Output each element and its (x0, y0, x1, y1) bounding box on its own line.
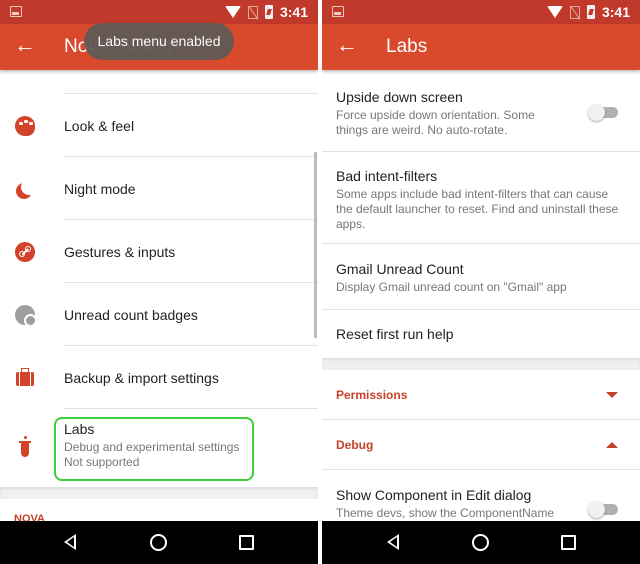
arrow-back-icon[interactable]: ← (336, 34, 358, 56)
section-permissions[interactable]: Permissions (322, 370, 640, 420)
labs-item-gmail-unread[interactable]: Gmail Unread Count Display Gmail unread … (322, 244, 640, 310)
section-title: Debug (336, 438, 374, 452)
scrollbar[interactable] (314, 152, 317, 338)
item-subtitle: Force upside down orientation. Some thin… (336, 108, 535, 137)
navigation-bar (322, 521, 640, 564)
status-bar: 3:41 (322, 0, 640, 24)
labs-list: Upside down screen Force upside down ori… (322, 70, 640, 530)
moon-icon (14, 178, 36, 200)
wifi-icon (546, 6, 563, 18)
item-title: Reset first run help (336, 326, 454, 342)
battery-charging-icon (586, 5, 595, 19)
settings-item-look-feel[interactable]: Look & feel (0, 94, 318, 157)
section-debug[interactable]: Debug (322, 420, 640, 470)
arrow-back-icon[interactable]: ← (14, 34, 36, 56)
settings-item-label: Gestures & inputs (64, 243, 176, 260)
expand-icon (606, 392, 618, 398)
settings-list: Look & feel Night mode Gestures & inputs… (0, 70, 318, 529)
palette-icon (14, 115, 36, 137)
nav-recents-icon[interactable] (239, 535, 254, 550)
item-subtitle: Theme devs, show the ComponentName (336, 506, 555, 520)
nav-recents-icon[interactable] (561, 535, 576, 550)
upside-down-toggle[interactable] (588, 104, 620, 121)
item-title: Show Component in Edit dialog (336, 487, 532, 503)
status-time: 3:41 (601, 4, 630, 20)
labs-title: Labs (64, 421, 95, 437)
nav-home-icon[interactable] (150, 534, 167, 551)
item-subtitle: Display Gmail unread count on "Gmail" ap… (336, 280, 567, 294)
status-bar: 3:41 (0, 0, 318, 24)
item-title: Bad intent-filters (336, 168, 438, 184)
item-title: Gmail Unread Count (336, 261, 464, 277)
section-title: Permissions (336, 388, 408, 402)
settings-item-unread-badges[interactable]: Unread count badges (0, 283, 318, 346)
settings-item-label: Night mode (64, 180, 136, 197)
settings-item-label: Unread count badges (64, 306, 198, 323)
nav-back-icon[interactable] (387, 534, 399, 550)
nav-home-icon[interactable] (472, 534, 489, 551)
settings-item-label: Look & feel (64, 117, 135, 134)
nav-back-icon[interactable] (64, 534, 76, 550)
app-bar: ← Labs (322, 24, 640, 70)
wifi-icon (224, 6, 241, 18)
labs-item-bad-intent-filters[interactable]: Bad intent-filters Some apps include bad… (322, 152, 640, 244)
settings-item-label: Backup & import settings (64, 369, 219, 386)
briefcase-icon (14, 367, 36, 389)
no-sim-icon (247, 5, 258, 19)
badge-icon (14, 304, 37, 327)
labs-item-reset-first-run[interactable]: Reset first run help (322, 310, 640, 358)
settings-item-gestures[interactable]: Gestures & inputs (0, 220, 318, 283)
page-title: Labs (386, 36, 428, 57)
labs-subtitle: Debug and experimental settings (64, 440, 240, 454)
section-divider (322, 358, 640, 370)
section-divider (0, 487, 318, 499)
image-notification-icon (332, 6, 344, 17)
labs-note: Not supported (64, 455, 140, 469)
gesture-icon (14, 241, 36, 263)
nova-settings-screen: 3:41 ← Nova Settings Labs menu enabled L… (0, 0, 318, 564)
labs-item-upside-down[interactable]: Upside down screen Force upside down ori… (322, 70, 640, 152)
battery-charging-icon (264, 5, 273, 19)
settings-item-night-mode[interactable]: Night mode (0, 157, 318, 220)
no-sim-icon (569, 5, 580, 19)
image-notification-icon (10, 6, 22, 17)
status-time: 3:41 (279, 4, 308, 20)
settings-item-labs[interactable]: Labs Debug and experimental settings Not… (0, 409, 318, 487)
item-subtitle: Some apps include bad intent-filters tha… (336, 187, 619, 231)
item-title: Upside down screen (336, 89, 463, 105)
navigation-bar (0, 521, 318, 564)
settings-item-backup[interactable]: Backup & import settings (0, 346, 318, 409)
collapse-icon (606, 442, 618, 448)
toast-message: Labs menu enabled (84, 23, 234, 60)
labs-screen: 3:41 ← Labs Upside down screen Force ups… (322, 0, 640, 564)
show-component-toggle[interactable] (588, 501, 620, 518)
test-tube-icon (14, 436, 36, 459)
